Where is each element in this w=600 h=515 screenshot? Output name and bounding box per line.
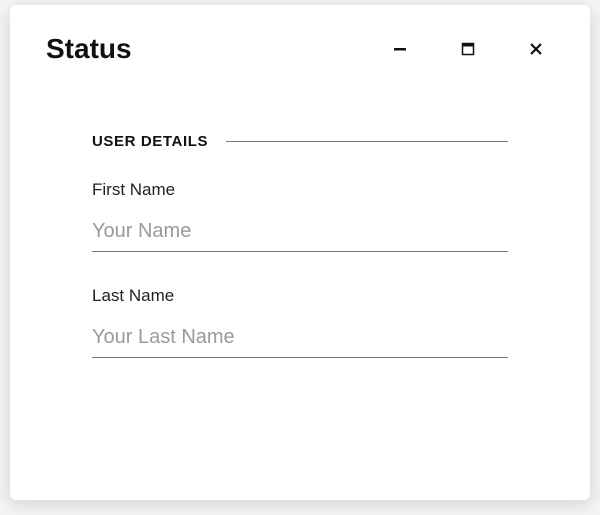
maximize-button[interactable] bbox=[458, 39, 478, 59]
section-header: USER DETAILS bbox=[92, 133, 508, 150]
maximize-icon bbox=[460, 41, 476, 57]
last-name-field: Last Name bbox=[92, 286, 508, 358]
window-title: Status bbox=[46, 33, 132, 65]
window-controls bbox=[390, 39, 554, 59]
first-name-input[interactable] bbox=[92, 216, 508, 252]
minimize-icon bbox=[392, 41, 408, 57]
close-icon bbox=[528, 41, 544, 57]
section-title: USER DETAILS bbox=[92, 133, 208, 150]
minimize-button[interactable] bbox=[390, 39, 410, 59]
section-divider bbox=[226, 141, 508, 142]
close-button[interactable] bbox=[526, 39, 546, 59]
last-name-label: Last Name bbox=[92, 286, 508, 306]
form-content: USER DETAILS First Name Last Name bbox=[46, 65, 554, 358]
last-name-input[interactable] bbox=[92, 322, 508, 358]
first-name-field: First Name bbox=[92, 180, 508, 252]
titlebar: Status bbox=[46, 33, 554, 65]
first-name-label: First Name bbox=[92, 180, 508, 200]
window: Status USER DETAILS First Name Last Name bbox=[10, 5, 590, 500]
